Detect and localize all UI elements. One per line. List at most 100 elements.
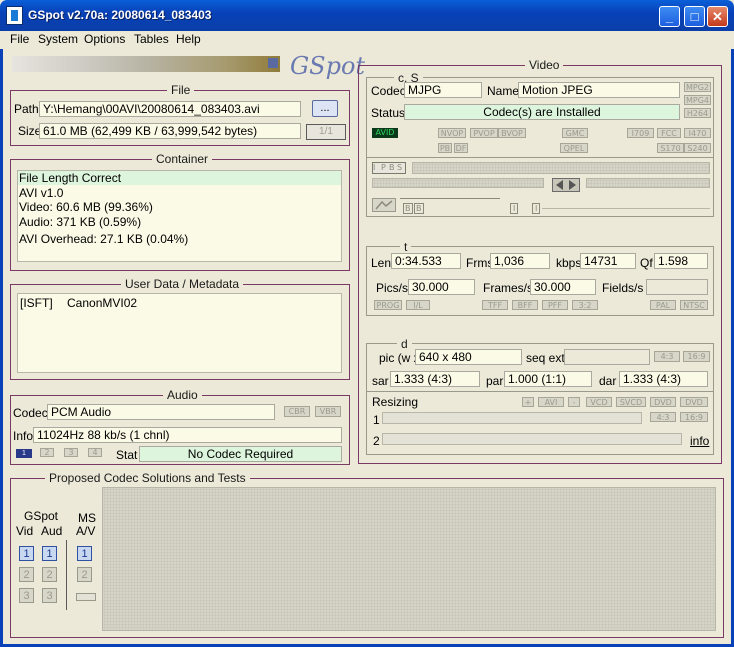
flag-s240: S240 [684,143,711,153]
progress-strip [12,56,280,72]
audio-stream-button[interactable]: 3 [64,448,78,457]
flag-ntsc: NTSC [680,300,708,310]
qf-field: 1.598 [654,253,708,269]
resize-minus-button[interactable]: - [568,397,580,407]
pic-label: pic (w x [379,351,420,365]
resize-43-button[interactable]: 4:3 [650,412,676,422]
menu-options[interactable]: Options [84,32,125,46]
resize-dvd2-button[interactable]: DVD [680,397,708,407]
minimize-button[interactable]: _ [659,6,680,27]
cbr-badge: CBR [284,406,310,417]
close-button[interactable]: ✕ [707,6,728,27]
aspect-43-badge: 4:3 [654,351,680,362]
resize-dvd-button[interactable]: DVD [650,397,676,407]
resize-vcd-button[interactable]: VCD [586,397,612,407]
frame-view-icon[interactable] [372,198,396,212]
fields-field [646,279,708,295]
flag-pff: PFF [542,300,568,310]
slider-arrows-icon [556,180,576,190]
qf-label: Qf [640,256,653,270]
scrub-slider[interactable] [552,178,580,192]
audio-codec-field: PCM Audio [47,404,275,420]
resize-169-button[interactable]: 16:9 [680,412,708,422]
flag-prog: PROG [374,300,402,310]
path-field[interactable]: Y:\Hemang\00AVI\20080614_083403.avi [39,101,301,117]
flag-bvop: BVOP [498,128,526,138]
vid-test-2-button[interactable]: 2 [19,567,34,582]
container-line: AVI v1.0 [19,186,64,200]
flag-tff: TFF [482,300,508,310]
maximize-button[interactable]: □ [684,6,705,27]
ms-test-2-button[interactable]: 2 [77,567,92,582]
pic-field: 640 x 480 [415,349,522,365]
flag-i470: I470 [684,128,711,138]
aud-test-3-button[interactable]: 3 [42,588,57,603]
resize-avi-button[interactable]: AVI [538,397,564,407]
aud-test-1-button[interactable]: 1 [42,546,57,561]
path-label: Path [14,102,39,116]
resize-svcd-button[interactable]: SVCD [616,397,646,407]
menu-file[interactable]: File [10,32,29,46]
page-counter: 1/1 [306,124,346,140]
frame-type-bar [412,162,710,174]
container-line: AVI Overhead: 27.1 KB (0.04%) [19,232,189,246]
resizing-label: Resizing [372,395,419,409]
scrub-bar-right [586,178,710,188]
avid-indicator: AVID [372,128,398,138]
menu-help[interactable]: Help [176,32,201,46]
audio-info-label: Info [13,429,34,443]
ipbs-b: B [389,163,395,172]
bb-second: B [414,203,424,214]
audio-codec-label: Codec [13,406,48,420]
timing-subgroup-title: t [400,240,412,254]
audio-group-title: Audio [163,388,202,402]
container-group-title: Container [152,152,213,166]
flag-s170: S170 [657,143,684,153]
flag-pb: PB [438,143,452,153]
proposed-results-area [102,487,716,631]
vid-col-label: Vid [16,524,34,538]
scrub-bar-left [372,178,544,188]
size-label: Size [18,124,42,138]
frms-field: 1,036 [490,253,550,269]
flag-i709: I709 [627,128,654,138]
menu-system[interactable]: System [38,32,78,46]
resize-row2-label: 2 [373,434,380,448]
ipbs-i: I [373,163,376,172]
sar-label: sar [372,374,389,388]
frames-field: 30.000 [530,279,596,295]
resizing-divider [366,391,714,392]
pics-field: 30.000 [408,279,475,295]
vid-test-3-button[interactable]: 3 [19,588,34,603]
ms-test-indicator [76,593,96,601]
dimension-subgroup-title: d [397,337,412,351]
audio-stream-button[interactable]: 4 [88,448,102,457]
audio-stream-button[interactable]: 1 [16,449,32,458]
ipbs-s: S [397,163,403,172]
video-group-title: Video [525,58,564,72]
audio-stream-button[interactable]: 2 [40,448,54,457]
audio-stat-field: No Codec Required [139,446,342,462]
vid-test-1-button[interactable]: 1 [19,546,34,561]
i-marker-second: I [532,203,541,214]
flag-il: I/L [406,300,430,310]
aud-test-2-button[interactable]: 2 [42,567,57,582]
gspot-col-label: GSpot [24,509,59,523]
ms-test-1-button[interactable]: 1 [77,546,92,561]
proposed-divider [66,540,67,610]
proposed-group-title: Proposed Codec Solutions and Tests [45,471,250,485]
size-field: 61.0 MB (62,499 KB / 63,999,542 bytes) [39,123,301,139]
pics-label: Pics/s [376,281,409,295]
len-label: Len [371,256,392,270]
h264-badge: H264 [684,108,711,118]
video-name-label: Name [487,84,520,98]
metadata-box [17,293,342,373]
browse-button[interactable]: ... [312,100,338,117]
info-link[interactable]: info [690,434,709,448]
window-title: GSpot v2.70a: 20080614_083403 [28,8,212,22]
flag-pvop: PVOP [470,128,498,138]
resize-plus-button[interactable]: + [522,397,534,407]
app-icon[interactable] [6,6,23,25]
menu-tables[interactable]: Tables [134,32,169,46]
flag-pal: PAL [650,300,676,310]
